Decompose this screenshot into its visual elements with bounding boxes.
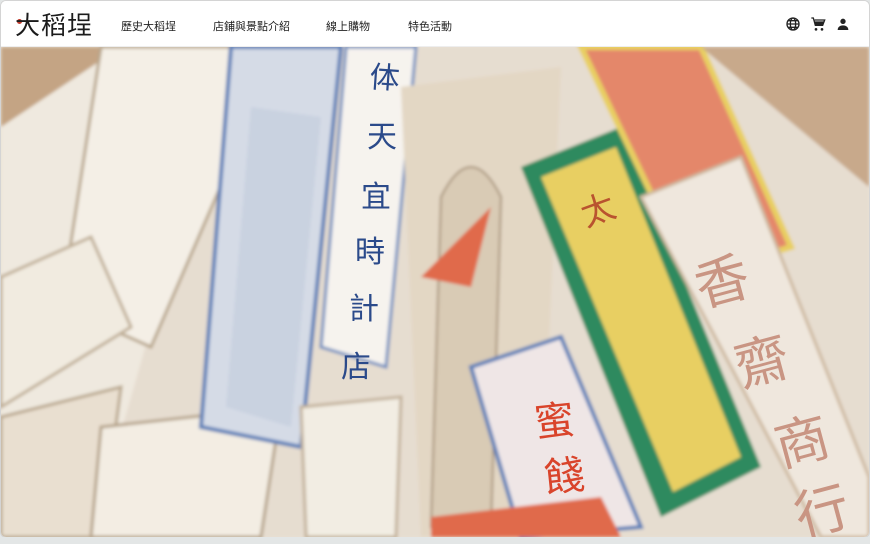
page-bottom-bar (0, 537, 870, 544)
nav-item-shops[interactable]: 店鋪與景點介紹 (213, 18, 290, 34)
sign-char: 蜜 (532, 397, 577, 447)
nav-item-shopping[interactable]: 線上購物 (326, 18, 370, 34)
sign-char: 計 (349, 292, 379, 327)
sign-char: 宜 (361, 180, 391, 215)
sign-char: 天 (367, 120, 397, 155)
nav-item-history[interactable]: 歷史大稻埕 (121, 18, 176, 34)
site-logo[interactable]: 大稻埕 (15, 9, 94, 40)
hero-image: 体 天 宜 時 計 店 蜜 餞 太 香 齋 商 行 (1, 47, 869, 537)
nav-icons (785, 16, 851, 32)
sign-char: 店 (341, 350, 371, 385)
cart-icon[interactable] (810, 16, 826, 32)
top-navigation: 大稻埕 歷史大稻埕 店鋪與景點介紹 線上購物 特色活動 (1, 1, 869, 47)
sign-char: 餞 (542, 452, 587, 502)
hero-painting: 体 天 宜 時 計 店 蜜 餞 太 香 齋 商 行 (1, 47, 869, 537)
globe-icon[interactable] (785, 16, 801, 32)
logo-text: 大稻埕 (15, 11, 94, 40)
sign-char: 体 (368, 60, 400, 97)
user-icon[interactable] (835, 16, 851, 32)
nav-item-events[interactable]: 特色活動 (408, 18, 452, 34)
sign-char: 時 (355, 235, 385, 270)
page-frame: 大稻埕 歷史大稻埕 店鋪與景點介紹 線上購物 特色活動 体 天 宜 時 計 店 … (0, 0, 870, 538)
